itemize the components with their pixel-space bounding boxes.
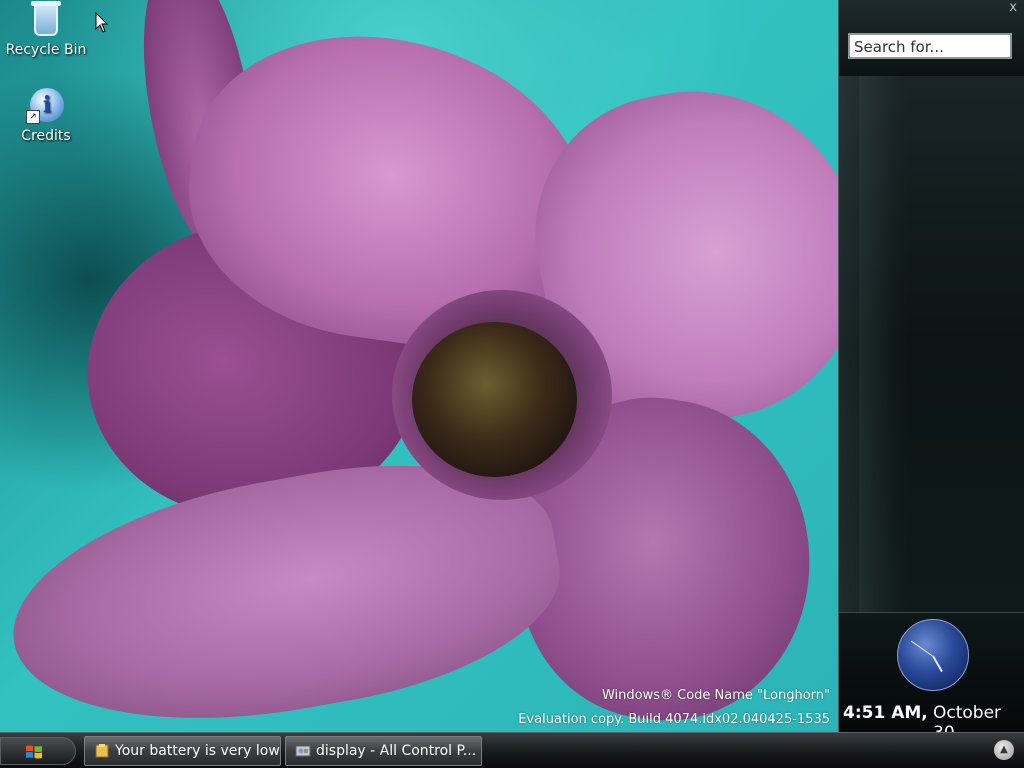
- desktop-wallpaper: Windows® Code Name "Longhorn" Evaluation…: [0, 0, 838, 732]
- build-watermark-line1: Windows® Code Name "Longhorn": [601, 688, 830, 703]
- close-icon[interactable]: x: [1009, 0, 1017, 15]
- analog-clock-icon: [897, 619, 969, 691]
- search-input[interactable]: Search for...: [848, 33, 1012, 59]
- taskbar-item-battery[interactable]: Your battery is very low: [84, 736, 281, 766]
- clock-time: 4:51 AM,: [843, 703, 928, 723]
- recycle-bin-icon: [28, 0, 64, 40]
- sidebar-tile-area: [839, 76, 1024, 612]
- info-shortcut-icon: i ↗: [26, 86, 64, 126]
- control-panel-icon: [295, 745, 311, 757]
- desktop-icon-credits[interactable]: i ↗ Credits: [4, 86, 88, 144]
- taskbar-item-label: Your battery is very low: [115, 743, 280, 759]
- taskbar-item-label: display - All Control P...: [316, 743, 477, 759]
- battery-folder-icon: [95, 744, 109, 758]
- mouse-cursor-icon: [95, 12, 109, 33]
- desktop-icon-recycle-bin[interactable]: Recycle Bin: [4, 0, 88, 58]
- build-watermark-line2: Evaluation copy. Build 4074.idx02.040425…: [518, 712, 830, 727]
- tray-expand-button[interactable]: ▲: [994, 740, 1014, 760]
- windows-flag-icon: [26, 745, 42, 759]
- desktop-icon-label: Recycle Bin: [5, 42, 87, 58]
- taskbar: Your battery is very low display - All C…: [0, 732, 1024, 768]
- sidebar-panel: x Search for... 4:51 AM, October 30: [838, 0, 1024, 743]
- taskbar-item-control-panel[interactable]: display - All Control P...: [285, 736, 482, 766]
- start-button[interactable]: [0, 737, 76, 765]
- desktop-icon-label: Credits: [21, 128, 71, 144]
- clock-tile[interactable]: 4:51 AM, October 30: [839, 613, 1024, 743]
- sidebar-header: x Search for...: [839, 0, 1024, 76]
- flower-center: [412, 322, 577, 477]
